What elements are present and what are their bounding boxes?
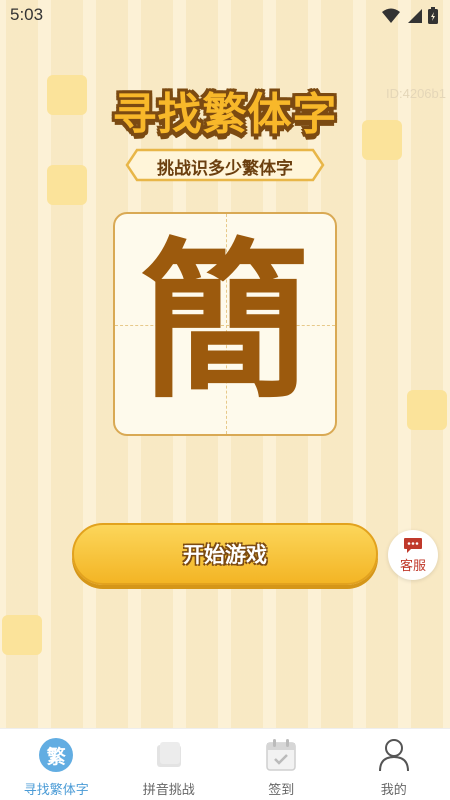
start-game-button[interactable]: 开始游戏 <box>72 523 378 585</box>
wifi-icon <box>382 8 400 23</box>
user-icon <box>376 737 412 773</box>
character-card: 簡 <box>113 212 337 436</box>
page-title: 寻找繁体字 <box>112 89 338 140</box>
tab-label: 寻找繁体字 <box>23 783 89 798</box>
tab-label: 拼音挑战 <box>142 783 195 798</box>
user-id-label: ID:4206b1 <box>386 86 446 101</box>
decor-tile <box>2 615 42 655</box>
customer-service-label: 客服 <box>399 558 426 574</box>
customer-service-button[interactable]: 客服 <box>388 530 438 580</box>
status-time: 5:03 <box>10 5 44 24</box>
bottom-tab-bar: 繁 寻找繁体字 拼音挑战 签到 我的 <box>0 728 450 800</box>
traditional-character: 簡 <box>139 224 310 422</box>
decor-tile <box>47 165 87 205</box>
tab-check-in[interactable]: 签到 <box>225 729 338 800</box>
tab-find-traditional[interactable]: 繁 寻找繁体字 <box>0 729 113 800</box>
decor-tile <box>407 390 447 430</box>
fan-char-icon: 繁 <box>38 737 74 773</box>
book-icon <box>151 737 187 773</box>
tab-label: 我的 <box>380 783 407 798</box>
tab-label: 签到 <box>268 783 295 798</box>
subtitle-text: 挑战识多少繁体字 <box>157 159 293 179</box>
tab-pinyin-challenge[interactable]: 拼音挑战 <box>113 729 226 800</box>
signal-icon <box>408 8 422 23</box>
chat-bubble-icon <box>404 537 422 553</box>
subtitle-banner: 挑战识多少繁体字 <box>125 148 325 182</box>
status-icons <box>382 7 438 24</box>
calendar-check-icon <box>263 737 299 773</box>
start-game-label: 开始游戏 <box>183 543 267 567</box>
battery-icon <box>428 7 438 24</box>
tab-mine[interactable]: 我的 <box>338 729 450 800</box>
status-bar: 5:03 <box>0 0 450 30</box>
